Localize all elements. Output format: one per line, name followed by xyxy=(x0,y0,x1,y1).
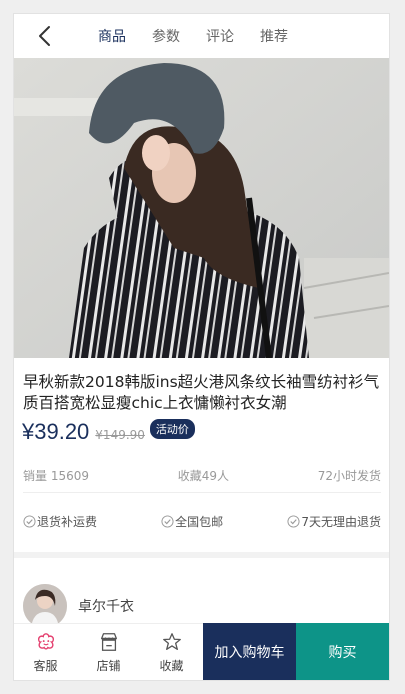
favorites-count: 收藏49人 xyxy=(177,469,229,483)
promise-label: 全国包邮 xyxy=(175,515,224,529)
star-icon xyxy=(162,633,181,650)
section-divider xyxy=(14,552,389,558)
tab-bar: 商品 参数 评论 推荐 xyxy=(98,14,314,58)
check-circle-icon xyxy=(287,515,300,528)
sales-count: 销量 15609 xyxy=(23,469,89,483)
divider xyxy=(23,492,381,493)
store-icon xyxy=(100,633,117,651)
bottom-action-bar: 客服 店铺 收藏 加入购物车 购买 xyxy=(14,623,389,680)
service-label: 客服 xyxy=(33,659,58,673)
current-price: ¥39.20 xyxy=(22,419,90,444)
promo-badge: 活动价 xyxy=(149,419,195,439)
promise-label: 退货补运费 xyxy=(37,515,98,529)
promise-item: 全国包邮 xyxy=(161,513,223,530)
product-title: 早秋新款2018韩版ins超火港风条纹长袖雪纺衬衫气质百搭宽松显瘦chic上衣慵… xyxy=(23,373,380,412)
tab-params[interactable]: 参数 xyxy=(152,26,180,46)
promise-item: 退货补运费 xyxy=(23,513,97,530)
check-circle-icon xyxy=(23,515,36,528)
promise-label: 7天无理由退货 xyxy=(301,515,381,529)
tab-product[interactable]: 商品 xyxy=(98,26,126,46)
price-row: ¥39.20 ¥149.90 活动价 xyxy=(22,419,195,449)
favorite-label: 收藏 xyxy=(159,659,184,673)
service-promises: 退货补运费 全国包邮 7天无理由退货 xyxy=(23,513,381,530)
add-to-cart-button[interactable]: 加入购物车 xyxy=(203,623,296,680)
top-nav: 商品 参数 评论 推荐 xyxy=(14,14,389,58)
promise-item: 7天无理由退货 xyxy=(287,513,381,530)
tab-reviews[interactable]: 评论 xyxy=(206,26,234,46)
product-photo xyxy=(14,58,389,358)
service-icon xyxy=(37,633,54,650)
stats-row: 销量 15609 收藏49人 72小时发货 xyxy=(23,467,381,484)
product-page: 商品 参数 评论 推荐 早秋新款2018韩版ins超火港风条纹长袖雪纺衬衫气质百… xyxy=(13,13,390,681)
original-price: ¥149.90 xyxy=(95,428,145,442)
avatar-image xyxy=(23,584,67,628)
tab-recommend[interactable]: 推荐 xyxy=(260,26,288,46)
buy-button[interactable]: 购买 xyxy=(296,623,389,680)
back-arrow-icon[interactable] xyxy=(34,24,58,48)
service-button[interactable]: 客服 xyxy=(14,624,77,680)
shipping-time: 72小时发货 xyxy=(317,469,381,483)
shop-name[interactable]: 卓尔千衣 xyxy=(78,596,134,616)
favorite-button[interactable]: 收藏 xyxy=(140,624,203,680)
check-circle-icon xyxy=(161,515,174,528)
store-label: 店铺 xyxy=(96,659,121,673)
shop-avatar[interactable] xyxy=(23,584,67,628)
store-button[interactable]: 店铺 xyxy=(77,624,140,680)
product-image[interactable] xyxy=(14,58,389,358)
